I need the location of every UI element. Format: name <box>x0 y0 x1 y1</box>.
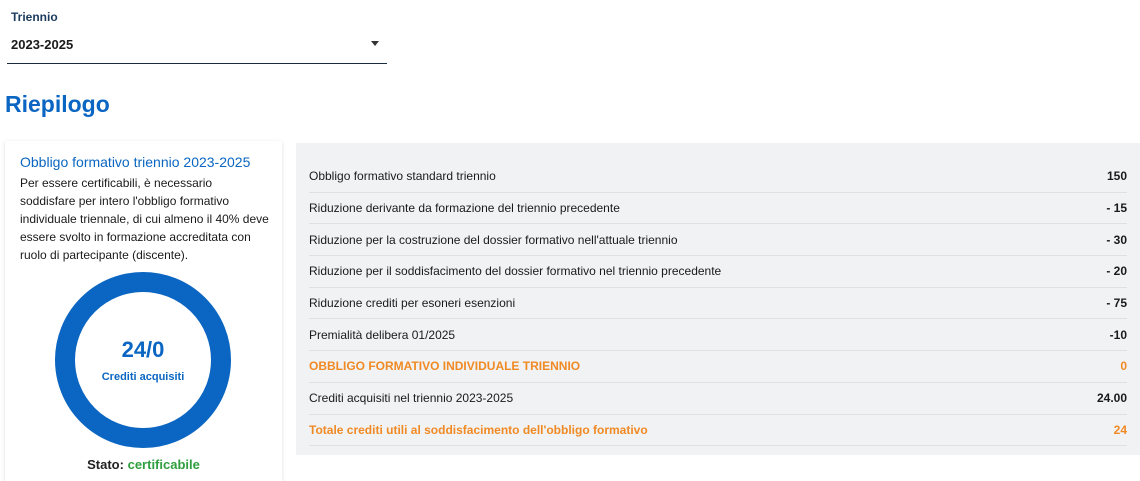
row-value: - 30 <box>1106 232 1127 247</box>
summary-table: Obbligo formativo standard triennio 150 Ri… <box>296 143 1140 455</box>
row-value: 24.00 <box>1096 391 1127 406</box>
chevron-down-icon[interactable] <box>371 41 379 46</box>
summary-row: Obbligo formativo standard triennio 150 <box>309 161 1127 193</box>
status-value: certificabile <box>127 457 200 472</box>
row-label: Riduzione per la costruzione del dossier… <box>309 232 678 247</box>
summary-row: Crediti acquisiti nel triennio 2023-2025… <box>309 383 1127 415</box>
status-line: Stato: certificabile <box>5 457 282 472</box>
summary-rows: Obbligo formativo standard triennio 150 Ri… <box>309 161 1127 447</box>
summary-row: Riduzione crediti per esoneri esenzioni -… <box>309 288 1127 320</box>
summary-row: Riduzione derivante da formazione del tr… <box>309 193 1127 225</box>
triennio-label: Triennio <box>11 10 58 24</box>
row-value: -10 <box>1109 327 1127 342</box>
row-label: Riduzione crediti per esoneri esenzioni <box>309 296 516 311</box>
summary-row: OBBLIGO FORMATIVO INDIVIDUALE TRIENNIO 0 <box>309 351 1127 383</box>
row-value: - 20 <box>1106 264 1127 279</box>
row-value: 24 <box>1113 422 1127 437</box>
row-label: OBBLIGO FORMATIVO INDIVIDUALE TRIENNIO <box>309 359 581 374</box>
summary-card-title: Obbligo formativo triennio 2023-2025 <box>20 154 251 170</box>
row-value: 0 <box>1120 359 1127 374</box>
row-label: Obbligo formativo standard triennio <box>309 169 496 184</box>
row-value: 150 <box>1106 169 1127 184</box>
row-label: Riduzione derivante da formazione del tr… <box>309 201 620 216</box>
summary-row: Totale crediti utili al soddisfacimento … <box>309 415 1127 447</box>
triennio-value[interactable]: 2023-2025 <box>11 37 73 52</box>
summary-card-description: Per essere certificabili, è necessario s… <box>20 176 269 262</box>
row-value: - 15 <box>1106 201 1127 216</box>
donut-value: 24/0 <box>121 337 165 362</box>
row-value: - 75 <box>1106 296 1127 311</box>
row-label: Crediti acquisiti nel triennio 2023-2025 <box>309 391 514 406</box>
row-label: Premialità delibera 01/2025 <box>309 327 456 342</box>
row-label: Riduzione per il soddisfacimento del dos… <box>309 264 722 279</box>
summary-row: Premialità delibera 01/2025 -10 <box>309 319 1127 352</box>
triennio-select[interactable]: Triennio 2023-2025 <box>7 8 387 64</box>
summary-card: Obbligo formativo triennio 2023-2025 Per… <box>5 141 282 481</box>
summary-row: Riduzione per la costruzione del dossier… <box>309 224 1127 257</box>
summary-row: Riduzione per il soddisfacimento del dos… <box>309 256 1127 288</box>
row-label: Totale crediti utili al soddisfacimento … <box>309 422 648 437</box>
status-label: Stato: <box>87 457 124 472</box>
donut-caption: Crediti acquisiti <box>101 371 185 383</box>
page-title: Riepilogo <box>5 91 110 117</box>
